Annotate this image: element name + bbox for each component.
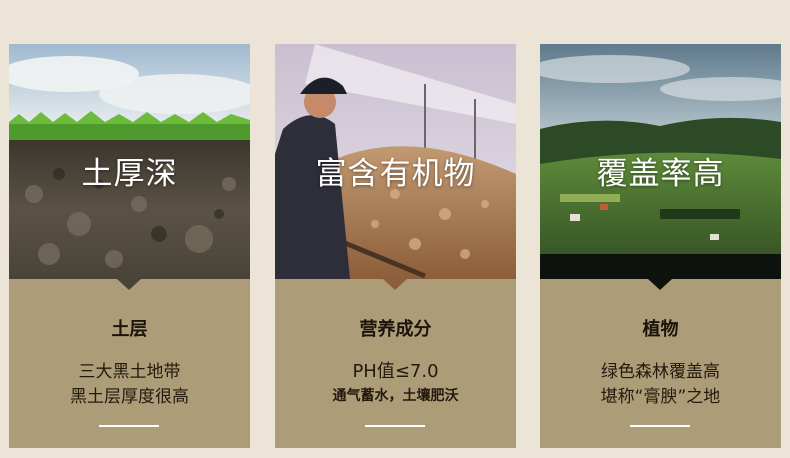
card-description-line-2: 通气蓄水，土壤肥沃	[332, 388, 459, 404]
pointer-arrow	[383, 279, 407, 290]
card-description-line-1: 绿色森林覆盖高	[601, 362, 720, 382]
card-description-line-2: 堪称“膏腴”之地	[600, 387, 721, 407]
card-label: 营养成分	[359, 319, 432, 340]
card-headline: 土厚深	[81, 156, 178, 192]
card-label: 植物	[642, 319, 679, 340]
divider-line	[630, 425, 690, 427]
pointer-arrow	[117, 279, 141, 290]
card-headline: 覆盖率高	[596, 156, 725, 192]
organic-card: 富含有机物 营养成分 PH值≤7.0 通气蓄水，土壤肥沃	[275, 44, 516, 448]
soil-card: 土厚深 土层 三大黑土地带 黑土层厚度很高	[9, 44, 250, 448]
pointer-arrow	[648, 279, 672, 290]
card-description-line-2: 黑土层厚度很高	[70, 387, 189, 407]
divider-line	[99, 425, 159, 427]
divider-line	[365, 425, 425, 427]
card-description-line-1: PH值≤7.0	[352, 361, 439, 382]
card-label: 土层	[111, 319, 148, 340]
vegetation-card: 覆盖率高 植物 绿色森林覆盖高 堪称“膏腴”之地	[540, 44, 781, 448]
card-headline: 富含有机物	[315, 156, 476, 192]
card-description-line-1: 三大黑土地带	[78, 362, 181, 382]
